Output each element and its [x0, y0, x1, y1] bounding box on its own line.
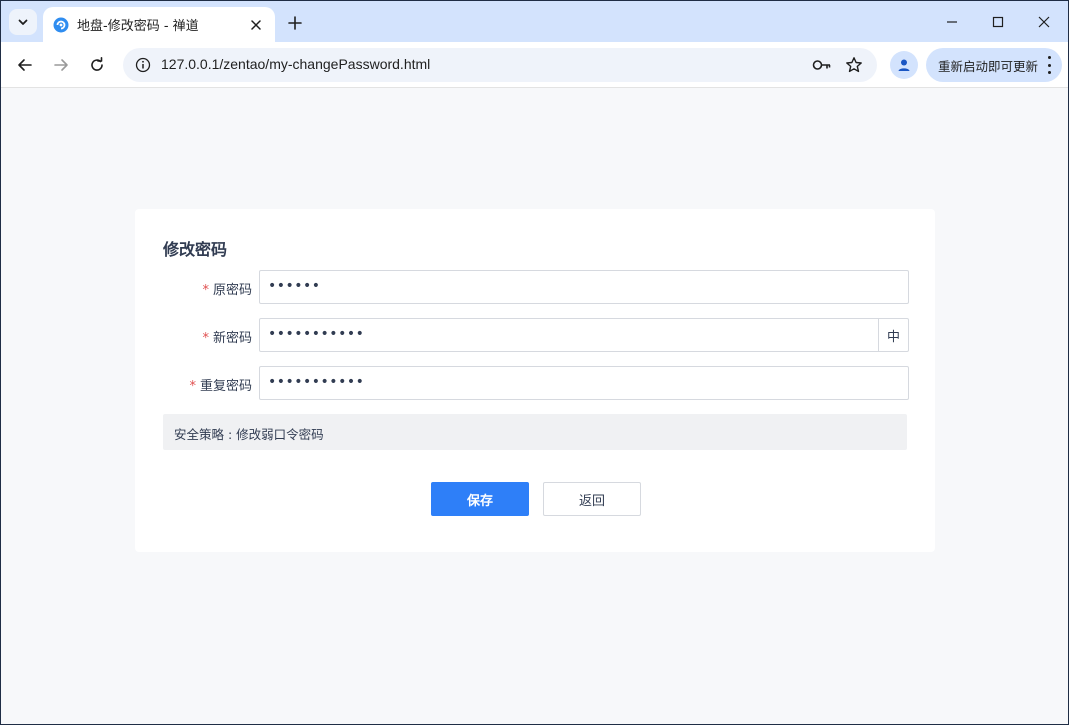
old-password-row: * 原密码 •••••• — [135, 270, 935, 304]
address-bar[interactable]: 127.0.0.1/zentao/my-changePassword.html — [123, 48, 877, 82]
maximize-button[interactable] — [975, 7, 1021, 37]
old-password-value: •••••• — [268, 278, 321, 294]
required-mark: * — [202, 331, 209, 346]
close-window-button[interactable] — [1021, 7, 1067, 37]
profile-button[interactable] — [890, 51, 918, 79]
arrow-right-icon — [54, 59, 68, 71]
person-icon — [898, 59, 910, 71]
new-password-row: * 新密码 ••••••••••• 中 — [135, 318, 935, 352]
change-password-panel: 修改密码 * 原密码 •••••• * 新密码 ••••••••••• 中 * 重复密… — [135, 209, 935, 552]
reload-button[interactable] — [83, 51, 111, 79]
close-icon — [1038, 16, 1050, 28]
page-content: 修改密码 * 原密码 •••••• * 新密码 ••••••••••• 中 * 重复密… — [1, 89, 1068, 724]
tab-bar: 地盘-修改密码 - 禅道 — [1, 1, 1068, 42]
back-button[interactable] — [11, 51, 39, 79]
chevron-down-icon — [18, 19, 28, 25]
tab-title: 地盘-修改密码 - 禅道 — [77, 19, 199, 34]
minimize-icon — [947, 21, 957, 23]
repeat-password-row: * 重复密码 ••••••••••• — [135, 366, 935, 400]
reload-icon — [91, 57, 103, 71]
repeat-password-value: ••••••••••• — [268, 374, 365, 390]
url-text[interactable]: 127.0.0.1/zentao/my-changePassword.html — [161, 56, 430, 72]
new-password-input[interactable]: ••••••••••• 中 — [259, 318, 909, 352]
arrow-left-icon — [18, 59, 32, 71]
more-vert-icon[interactable] — [1046, 56, 1052, 74]
browser-toolbar: 127.0.0.1/zentao/my-changePassword.html … — [1, 42, 1068, 88]
maximize-icon — [992, 16, 1004, 28]
back-button[interactable]: 返回 — [543, 482, 641, 516]
old-password-label: * 原密码 — [202, 283, 252, 298]
new-password-label: * 新密码 — [202, 331, 252, 346]
update-button[interactable]: 重新启动即可更新 — [926, 48, 1062, 82]
plus-icon — [288, 16, 302, 30]
panel-title: 修改密码 — [163, 240, 228, 259]
password-strength-badge: 中 — [878, 319, 908, 351]
required-mark: * — [202, 283, 209, 298]
close-icon — [251, 19, 261, 30]
new-password-value: ••••••••••• — [268, 326, 365, 342]
new-tab-button[interactable] — [283, 11, 307, 35]
required-mark: * — [189, 379, 196, 394]
repeat-password-label: * 重复密码 — [189, 379, 252, 394]
minimize-button[interactable] — [929, 7, 975, 37]
repeat-password-input[interactable]: ••••••••••• — [259, 366, 909, 400]
old-password-input[interactable]: •••••• — [259, 270, 909, 304]
save-button[interactable]: 保存 — [431, 482, 529, 516]
site-info-icon[interactable] — [133, 55, 153, 75]
tab-search-button[interactable] — [9, 9, 37, 35]
zentao-favicon-icon — [53, 17, 69, 33]
update-label: 重新启动即可更新 — [938, 58, 1039, 74]
security-policy-text: 安全策略 : 修改弱口令密码 — [174, 427, 324, 442]
password-key-icon[interactable] — [811, 55, 833, 75]
security-policy-notice: 安全策略 : 修改弱口令密码 — [163, 414, 907, 450]
bookmark-star-icon[interactable] — [843, 55, 865, 75]
forward-button[interactable] — [47, 51, 75, 79]
active-tab[interactable]: 地盘-修改密码 - 禅道 — [43, 7, 275, 42]
browser-window: 地盘-修改密码 - 禅道 127.0.0.1/zentao/my-changeP… — [0, 0, 1069, 725]
tab-close-button[interactable] — [247, 16, 265, 34]
